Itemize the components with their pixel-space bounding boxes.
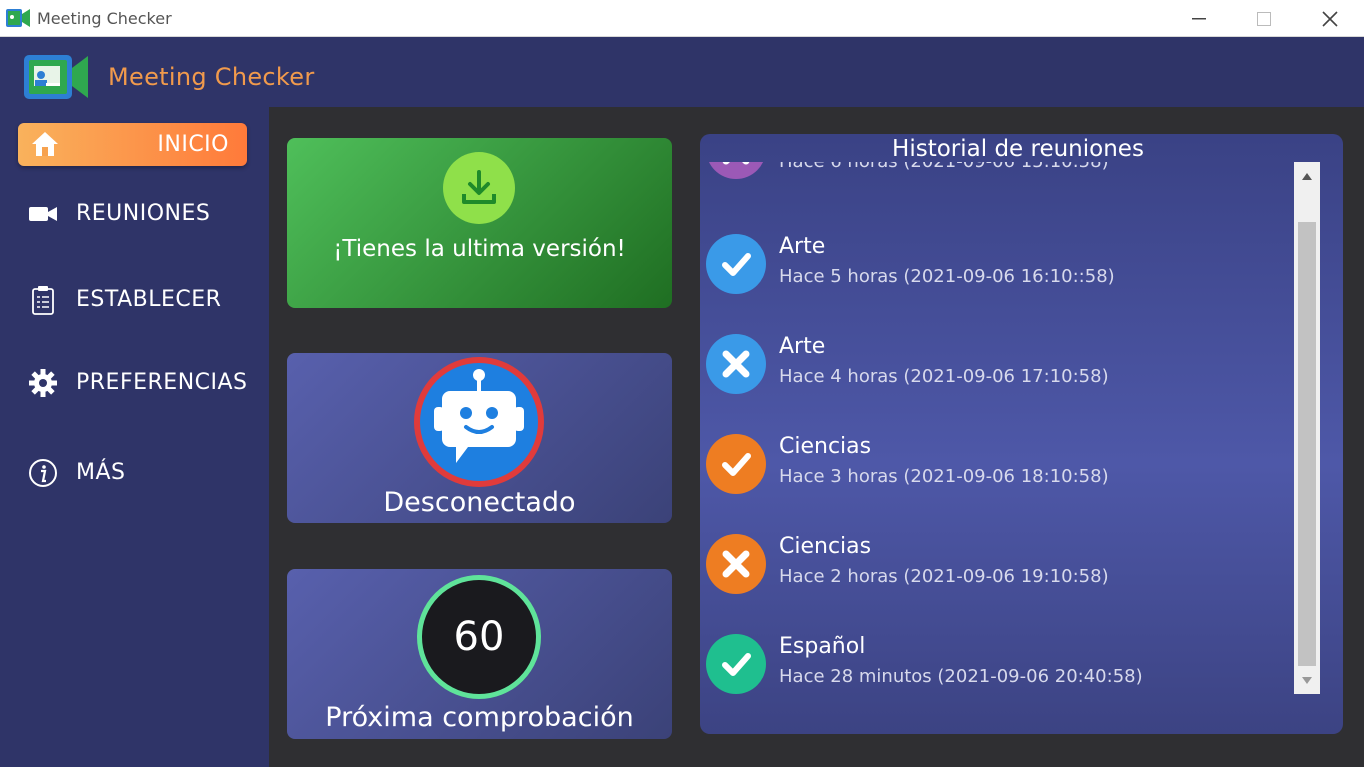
history-entry[interactable]: Español Hace 28 minutos (2021-09-06 20:4… bbox=[700, 634, 1294, 728]
update-card: ¡Tienes la ultima versión! bbox=[287, 138, 672, 308]
next-check-card: 60 Próxima comprobación bbox=[287, 569, 672, 739]
connection-status-card: Desconectado bbox=[287, 353, 672, 523]
sidebar-item-label: INICIO bbox=[157, 132, 229, 157]
scroll-up-button[interactable] bbox=[1294, 162, 1320, 190]
minimize-icon bbox=[1192, 17, 1206, 19]
scrollbar-thumb[interactable] bbox=[1298, 222, 1316, 666]
history-entry[interactable]: Ciencias Hace 2 horas (2021-09-06 19:10:… bbox=[700, 534, 1294, 634]
maximize-icon bbox=[1257, 11, 1271, 26]
minimize-button[interactable] bbox=[1166, 0, 1232, 37]
next-check-label: Próxima comprobación bbox=[325, 702, 634, 733]
sidebar-item-inicio[interactable]: INICIO bbox=[18, 123, 247, 166]
home-icon bbox=[32, 132, 58, 156]
app-icon bbox=[6, 9, 30, 27]
entry-time: Hace 3 horas (2021-09-06 18:10:58) bbox=[779, 466, 1109, 487]
download-icon bbox=[443, 152, 515, 224]
update-message: ¡Tienes la ultima versión! bbox=[333, 236, 626, 262]
countdown-ring: 60 bbox=[417, 575, 541, 699]
sidebar-item-label: REUNIONES bbox=[76, 201, 211, 226]
meeting-history-panel: Historial de reuniones Hace 6 horas (202… bbox=[700, 134, 1343, 734]
entry-subject: Arte bbox=[779, 234, 826, 259]
countdown-value: 60 bbox=[453, 614, 505, 660]
close-button[interactable] bbox=[1297, 0, 1363, 37]
history-entry[interactable]: Ciencias Hace 3 horas (2021-09-06 18:10:… bbox=[700, 434, 1294, 534]
check-icon bbox=[706, 434, 766, 494]
maximize-button[interactable] bbox=[1231, 0, 1297, 37]
clipboard-icon bbox=[26, 284, 60, 316]
connection-status-label: Desconectado bbox=[383, 487, 576, 518]
entry-subject: Ciencias bbox=[779, 434, 872, 459]
history-title: Historial de reuniones bbox=[892, 136, 1144, 162]
arrow-down-icon bbox=[1302, 676, 1312, 684]
entry-time: Hace 28 minutos (2021-09-06 20:40:58) bbox=[779, 666, 1143, 687]
sidebar-item-label: PREFERENCIAS bbox=[76, 370, 248, 395]
history-entry[interactable]: Arte Hace 5 horas (2021-09-06 16:10::58) bbox=[700, 234, 1294, 334]
check-icon bbox=[706, 634, 766, 694]
window-title: Meeting Checker bbox=[37, 9, 172, 28]
entry-time: Hace 4 horas (2021-09-06 17:10:58) bbox=[779, 366, 1109, 387]
partial-status-icon bbox=[706, 162, 766, 179]
check-icon bbox=[706, 234, 766, 294]
scroll-down-button[interactable] bbox=[1294, 666, 1320, 694]
app-header: Meeting Checker bbox=[0, 37, 1364, 107]
video-camera-icon bbox=[26, 198, 60, 230]
cross-icon bbox=[706, 334, 766, 394]
sidebar-item-label: ESTABLECER bbox=[76, 287, 222, 312]
close-icon bbox=[1322, 10, 1338, 27]
cross-icon bbox=[706, 534, 766, 594]
entry-subject: Español bbox=[779, 634, 866, 659]
history-entry[interactable]: Hace 6 horas (2021-09-06 15:10:58) bbox=[700, 162, 1294, 219]
entry-subject: Arte bbox=[779, 334, 826, 359]
logo-icon bbox=[24, 55, 88, 99]
entry-time: Hace 5 horas (2021-09-06 16:10::58) bbox=[779, 266, 1115, 287]
gear-icon bbox=[26, 367, 60, 399]
app-name: Meeting Checker bbox=[108, 63, 315, 91]
sidebar: INICIO REUNIONES ESTABLECER PREFERENCIAS… bbox=[0, 107, 269, 767]
window-title-bar: Meeting Checker bbox=[0, 0, 1364, 37]
history-scrollbar[interactable] bbox=[1294, 162, 1320, 694]
history-list: Hace 6 horas (2021-09-06 15:10:58) Arte … bbox=[700, 162, 1294, 728]
entry-time: Hace 6 horas (2021-09-06 15:10:58) bbox=[779, 162, 1109, 172]
arrow-up-icon bbox=[1302, 172, 1312, 180]
entry-time: Hace 2 horas (2021-09-06 19:10:58) bbox=[779, 566, 1109, 587]
history-entry[interactable]: Arte Hace 4 horas (2021-09-06 17:10:58) bbox=[700, 334, 1294, 434]
bot-icon bbox=[414, 357, 544, 487]
sidebar-item-label: MÁS bbox=[76, 460, 126, 485]
info-icon bbox=[26, 457, 60, 489]
entry-subject: Ciencias bbox=[779, 534, 872, 559]
